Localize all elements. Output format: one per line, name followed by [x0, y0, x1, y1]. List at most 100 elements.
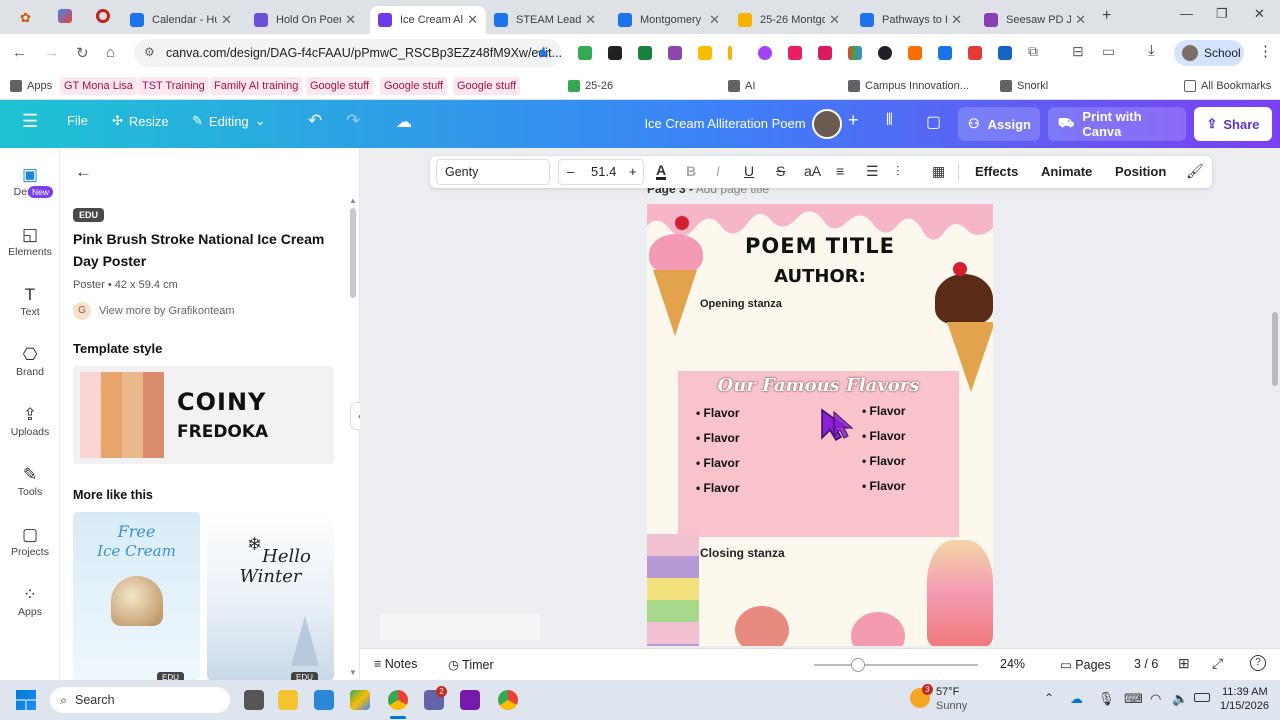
- browser-tab[interactable]: Calendar - Hu ✕: [122, 6, 240, 34]
- list-icon[interactable]: ☰: [866, 163, 879, 180]
- flavor-item[interactable]: • Flavor: [862, 404, 906, 418]
- browser-tab[interactable]: 25-26 Montgo ✕: [730, 6, 848, 34]
- extension-icon[interactable]: [668, 46, 682, 60]
- bookmark-star-icon[interactable]: ★: [536, 43, 550, 63]
- close-tab-icon[interactable]: ✕: [345, 12, 356, 28]
- help-icon[interactable]: ?: [1250, 655, 1266, 671]
- closing-stanza[interactable]: Closing stanza: [700, 546, 785, 560]
- font-size-stepper[interactable]: – 51.4 +: [558, 159, 644, 185]
- strikethrough-icon[interactable]: S: [776, 163, 785, 179]
- extension-icon[interactable]: [968, 46, 982, 60]
- onedrive-icon[interactable]: ☁: [1070, 691, 1083, 707]
- browser-tab[interactable]: Ice Cream Allit ✕: [370, 6, 486, 34]
- flavors-box[interactable]: Our Famous Flavors • Flavor • Flavor • Fla…: [678, 371, 959, 537]
- poem-author[interactable]: AUTHOR:: [735, 266, 905, 287]
- insights-icon[interactable]: ⫴: [886, 112, 893, 130]
- canvas-scrollbar[interactable]: [1272, 312, 1278, 386]
- back-arrow-icon[interactable]: ←: [75, 162, 92, 182]
- wifi-icon[interactable]: ◠: [1150, 691, 1161, 707]
- bookmark-item[interactable]: AI: [728, 77, 755, 95]
- pages-button[interactable]: ▭ Pages: [1060, 657, 1111, 672]
- decrease-size-icon[interactable]: –: [567, 164, 574, 179]
- editing-mode-button[interactable]: ✎ Editing ⌄: [192, 113, 266, 129]
- close-window-icon[interactable]: ✕: [1254, 6, 1265, 22]
- browser-menu-icon[interactable]: ⋮: [1258, 42, 1273, 60]
- font-size-value[interactable]: 51.4: [591, 164, 616, 179]
- flavor-item[interactable]: • Flavor: [862, 454, 906, 468]
- grid-view-icon[interactable]: ⊞: [1178, 655, 1190, 672]
- cast-icon[interactable]: ▭: [1102, 43, 1115, 60]
- close-tab-icon[interactable]: ✕: [709, 12, 720, 28]
- flavor-item[interactable]: • Flavor: [696, 406, 740, 420]
- tab-search-icon[interactable]: ✿: [20, 10, 31, 26]
- notes-button[interactable]: ≡ Notes: [374, 657, 417, 671]
- battery-icon[interactable]: [1194, 693, 1210, 702]
- panel-scrollbar[interactable]: [350, 208, 356, 298]
- bookmark-item[interactable]: Google stuff: [380, 77, 448, 95]
- volume-icon[interactable]: 🔈: [1172, 691, 1188, 707]
- bookmark-item[interactable]: All Bookmarks: [1184, 77, 1271, 95]
- extensions-puzzle-icon[interactable]: ⧉: [1028, 43, 1038, 60]
- rail-item-projects[interactable]: ▢ Projects: [0, 524, 60, 558]
- fullscreen-icon[interactable]: ⤢: [1212, 655, 1223, 672]
- rail-item-uploads[interactable]: ⇪ Uploads: [0, 404, 60, 438]
- close-tab-icon[interactable]: ✕: [1075, 12, 1086, 28]
- store-icon[interactable]: [314, 690, 334, 710]
- extension-icon[interactable]: [638, 46, 652, 60]
- copy-style-icon[interactable]: 🖌: [1186, 163, 1204, 180]
- bookmark-item[interactable]: Google stuff: [306, 77, 374, 95]
- opening-stanza[interactable]: Opening stanza: [700, 298, 782, 310]
- cloud-saved-icon[interactable]: ☁: [396, 112, 412, 132]
- flavor-item[interactable]: • Flavor: [696, 456, 740, 470]
- hamburger-menu-icon[interactable]: ☰: [22, 111, 38, 132]
- chrome-icon[interactable]: [388, 690, 408, 710]
- template-style-card[interactable]: COINY FREDOKA: [73, 366, 334, 464]
- home-icon[interactable]: ⌂: [106, 44, 115, 61]
- scroll-up-icon[interactable]: ▲: [349, 196, 357, 205]
- url-field[interactable]: ⚙ canva.com/design/DAG-f4cFAAU/pPmwC_RSC…: [134, 39, 562, 67]
- reload-icon[interactable]: ↻: [76, 44, 89, 62]
- browser-tab[interactable]: STEAM Leade ✕: [486, 6, 604, 34]
- timer-button[interactable]: ◷ Timer: [448, 657, 494, 672]
- rail-item-brand[interactable]: ⎔ Brand: [0, 344, 60, 378]
- extension-icon[interactable]: [938, 46, 952, 60]
- extension-icon[interactable]: [908, 46, 922, 60]
- rail-item-elements[interactable]: ◱ Elements: [0, 224, 60, 258]
- drive-icon[interactable]: [350, 690, 370, 710]
- file-menu[interactable]: File: [67, 113, 88, 128]
- redo-icon[interactable]: ↷: [346, 111, 360, 131]
- extension-icon[interactable]: [818, 46, 832, 60]
- clock-date[interactable]: 1/15/2026: [1220, 700, 1269, 712]
- tab-search-icon[interactable]: ⊟: [1072, 43, 1084, 60]
- extension-icon[interactable]: [758, 46, 772, 60]
- clock-time[interactable]: 11:39 AM: [1222, 686, 1268, 698]
- close-tab-icon[interactable]: ✕: [221, 12, 232, 28]
- animate-button[interactable]: Animate: [1041, 164, 1092, 179]
- bookmark-item[interactable]: Campus Innovation...: [848, 77, 969, 95]
- flavor-item[interactable]: • Flavor: [696, 431, 740, 445]
- template-thumbnail[interactable]: ❄ Hello Winter EDU: [207, 512, 334, 680]
- minimize-icon[interactable]: —: [1180, 6, 1193, 21]
- browser-tab[interactable]: Montgomery ✕: [610, 6, 728, 34]
- extension-icon[interactable]: [578, 46, 592, 60]
- letter-case-icon[interactable]: aA: [804, 163, 821, 179]
- chrome-profile-icon[interactable]: [498, 690, 518, 710]
- back-icon[interactable]: ←: [12, 44, 27, 61]
- bookmark-item[interactable]: Apps: [10, 77, 52, 95]
- extension-icon[interactable]: [848, 46, 862, 60]
- template-thumbnail[interactable]: Free Ice Cream EDU: [73, 512, 200, 680]
- share-button[interactable]: ⇪ Share: [1194, 107, 1272, 141]
- browser-tab[interactable]: Hold On Poem ✕: [246, 6, 364, 34]
- underline-icon[interactable]: U: [744, 163, 754, 179]
- rail-item-tools[interactable]: ✎ Tools: [0, 464, 60, 498]
- keyboard-icon[interactable]: ⌨: [1124, 691, 1143, 707]
- flavor-item[interactable]: • Flavor: [862, 479, 906, 493]
- bookmark-item[interactable]: GT Mona Lisa: [60, 77, 137, 95]
- onenote-icon[interactable]: [460, 690, 480, 710]
- bookmark-item[interactable]: Snorkl: [1000, 77, 1048, 95]
- tray-chevron-icon[interactable]: ⌃: [1044, 691, 1054, 705]
- profile-chip[interactable]: School: [1174, 40, 1244, 66]
- add-collaborator-icon[interactable]: +: [848, 110, 859, 131]
- undo-icon[interactable]: ↶: [308, 111, 322, 131]
- poem-title[interactable]: POEM TITLE: [735, 234, 905, 258]
